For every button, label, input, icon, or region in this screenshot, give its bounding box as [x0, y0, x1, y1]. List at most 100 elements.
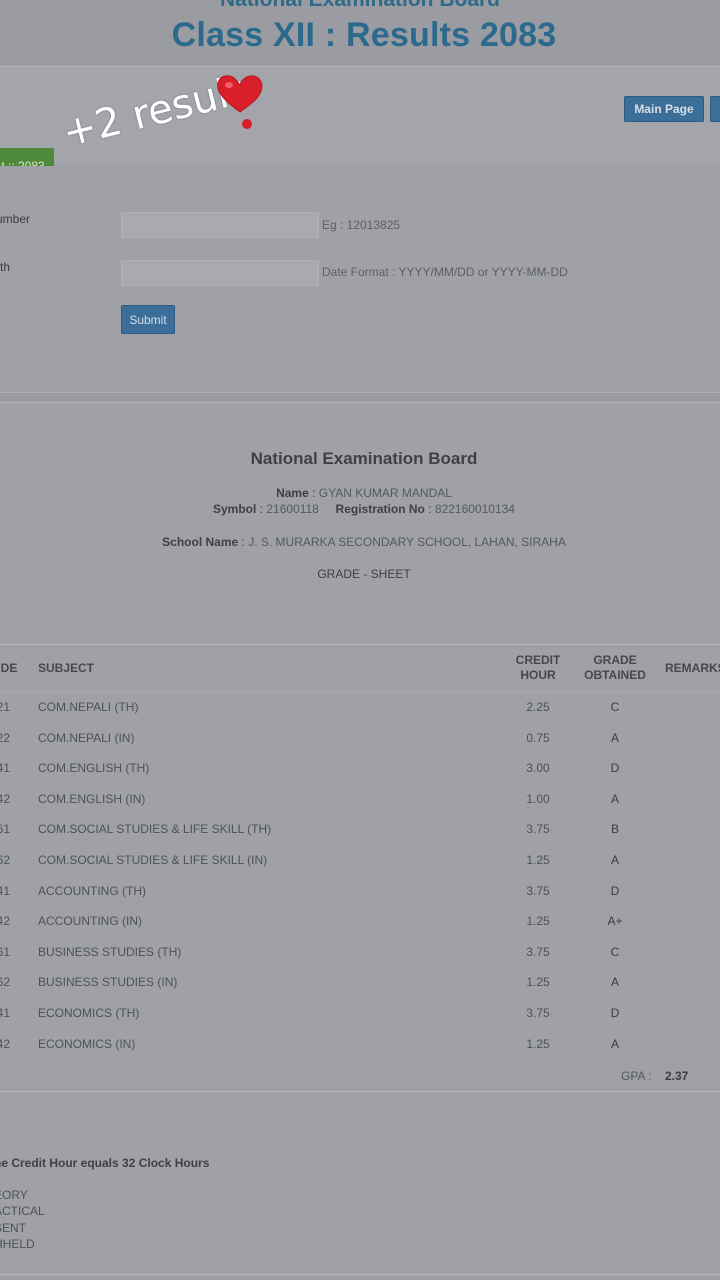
- school-value: J. S. MURARKA SECONDARY SCHOOL, LAHAN, S…: [248, 535, 566, 549]
- grade-obtained: A+: [607, 914, 623, 929]
- dob-input[interactable]: [121, 260, 319, 286]
- subject-name: BUSINESS STUDIES (TH): [38, 944, 182, 959]
- grade-obtained: A: [610, 975, 619, 990]
- grade-obtained: D: [610, 883, 620, 898]
- subject-name: COM.NEPALI (TH): [38, 700, 139, 714]
- grade-obtained: A: [610, 1036, 619, 1051]
- col-grade-obtained: GRADE OBTAINED: [580, 653, 650, 683]
- result-board-name: National Examination Board: [250, 449, 478, 468]
- table-row: 042 ACCOUNTING (IN) 1.25 A+: [0, 906, 720, 936]
- symbol-label-text: Symbol: [213, 502, 257, 516]
- col-credit-line2: HOUR: [520, 668, 556, 682]
- table-row: 061 COM.SOCIAL STUDIES & LIFE SKILL (TH) 3…: [0, 814, 720, 844]
- grade-obtained: D: [610, 1006, 620, 1020]
- subject-name: COM.ENGLISH (IN): [38, 791, 146, 806]
- student-name-line: Name : GYAN KUMAR MANDAL: [276, 486, 452, 500]
- subject-code: 062: [0, 853, 11, 867]
- footer-divider: [0, 1274, 720, 1275]
- symbol-value: 21600118: [266, 502, 319, 516]
- col-credit-hour: CREDIT HOUR: [508, 653, 568, 683]
- subject-code: 042: [0, 1036, 11, 1051]
- credit-hour: 3.00: [526, 761, 550, 776]
- name-label: Name: [276, 486, 309, 500]
- grade-obtained: C: [610, 944, 620, 959]
- grade-obtained: B: [610, 822, 619, 837]
- dob-hint: Date Format : YYYY/MM/DD or YYYY-MM-DD: [322, 265, 568, 279]
- subject-code: 042: [0, 791, 11, 806]
- school-label: School Name: [162, 535, 239, 549]
- main-page-button[interactable]: Main Page: [624, 96, 704, 122]
- table-row: 161 BUSINESS STUDIES (TH) 3.75 C: [0, 937, 720, 967]
- gpa-value: 2.37: [665, 1069, 689, 1083]
- credit-hour: 3.75: [526, 822, 550, 837]
- credit-hour: 1.25: [526, 914, 550, 929]
- subject-code: 161: [0, 944, 11, 959]
- credit-hour: 0.75: [526, 730, 550, 745]
- credit-hour: 3.75: [526, 883, 550, 898]
- subject-code: 041: [0, 761, 11, 776]
- table-bottom-divider: [0, 1091, 720, 1092]
- credit-hour-note: ne Credit Hour equals 32 Clock Hours: [0, 1156, 210, 1170]
- grade-obtained: A: [610, 730, 619, 745]
- subject-name: COM.SOCIAL STUDIES & LIFE SKILL (IN): [38, 853, 268, 867]
- legend-item: EORY: [0, 1188, 28, 1202]
- subject-code: 162: [0, 975, 11, 990]
- subject-name: COM.NEPALI (IN): [38, 730, 135, 745]
- table-row: 022 COM.NEPALI (IN) 0.75 A: [0, 723, 720, 753]
- page-title: Class XII : Results 2083: [171, 16, 557, 54]
- subject-code: 022: [0, 730, 11, 745]
- credit-hour: 2.25: [526, 700, 550, 714]
- symbol-reg-line: Symbol : 21600118 Registration No : 8221…: [213, 502, 515, 516]
- subject-code: 041: [0, 1006, 11, 1020]
- table-row: 041 ACCOUNTING (TH) 3.75 D: [0, 876, 720, 906]
- legend-item: SENT: [0, 1221, 27, 1235]
- heart-exclamation-icon: [217, 75, 263, 129]
- dob-label: rth: [0, 260, 11, 274]
- subject-code: 041: [0, 883, 11, 898]
- symbol-input[interactable]: [121, 212, 319, 238]
- subject-name: BUSINESS STUDIES (IN): [38, 975, 178, 990]
- grade-sheet-title: GRADE - SHEET: [317, 567, 411, 581]
- table-row: 062 COM.SOCIAL STUDIES & LIFE SKILL (IN) 1…: [0, 845, 720, 875]
- grade-obtained: D: [610, 761, 620, 776]
- credit-hour: 1.25: [526, 1036, 550, 1051]
- subject-code: 021: [0, 700, 11, 714]
- legend-item: HHELD: [0, 1237, 35, 1251]
- col-remarks: REMARKS: [665, 661, 720, 675]
- col-credit-line1: CREDIT: [515, 653, 561, 667]
- search-form: [0, 166, 720, 393]
- grade-obtained: C: [610, 700, 620, 714]
- subject-name: ACCOUNTING (IN): [38, 914, 142, 929]
- credit-hour: 3.75: [526, 1006, 550, 1020]
- subject-code: 042: [0, 914, 11, 929]
- table-row: 041 ECONOMICS (TH) 3.75 D: [0, 998, 720, 1028]
- col-code: DDE: [0, 661, 18, 675]
- col-subject: SUBJECT: [38, 661, 95, 675]
- credit-hour: 3.75: [526, 944, 550, 959]
- table-row: 021 COM.NEPALI (TH) 2.25 C: [0, 692, 720, 722]
- student-name: GYAN KUMAR MANDAL: [318, 486, 452, 500]
- table-top-divider: [0, 644, 720, 645]
- board-name-top: National Examination Board: [0, 0, 720, 12]
- gpa-label: GPA :: [621, 1069, 652, 1083]
- table-row: 042 COM.ENGLISH (IN) 1.00 A: [0, 784, 720, 814]
- table-row: 041 COM.ENGLISH (TH) 3.00 D: [0, 753, 720, 783]
- school-line: School Name : J. S. MURARKA SECONDARY SC…: [162, 535, 566, 549]
- table-row: 162 BUSINESS STUDIES (IN) 1.25 A: [0, 967, 720, 997]
- subject-name: COM.ENGLISH (TH): [38, 761, 150, 776]
- nav-button-partial[interactable]: [710, 96, 720, 122]
- table-row: 042 ECONOMICS (IN) 1.25 A: [0, 1029, 720, 1059]
- symbol-label: umber: [0, 212, 31, 226]
- reg-label: Registration No: [335, 502, 425, 516]
- grade-obtained: A: [610, 791, 619, 806]
- credit-hour: 1.25: [526, 975, 550, 990]
- symbol-hint: Eg : 12013825: [322, 218, 401, 232]
- subject-name: ACCOUNTING (TH): [38, 883, 146, 898]
- subject-code: 061: [0, 822, 11, 837]
- submit-button[interactable]: Submit: [121, 305, 175, 334]
- subject-name: COM.SOCIAL STUDIES & LIFE SKILL (TH): [38, 822, 272, 837]
- reg-value: 822160010134: [434, 502, 515, 516]
- grade-obtained: A: [610, 853, 619, 867]
- subject-name: ECONOMICS (TH): [38, 1006, 140, 1020]
- credit-hour: 1.00: [526, 791, 550, 806]
